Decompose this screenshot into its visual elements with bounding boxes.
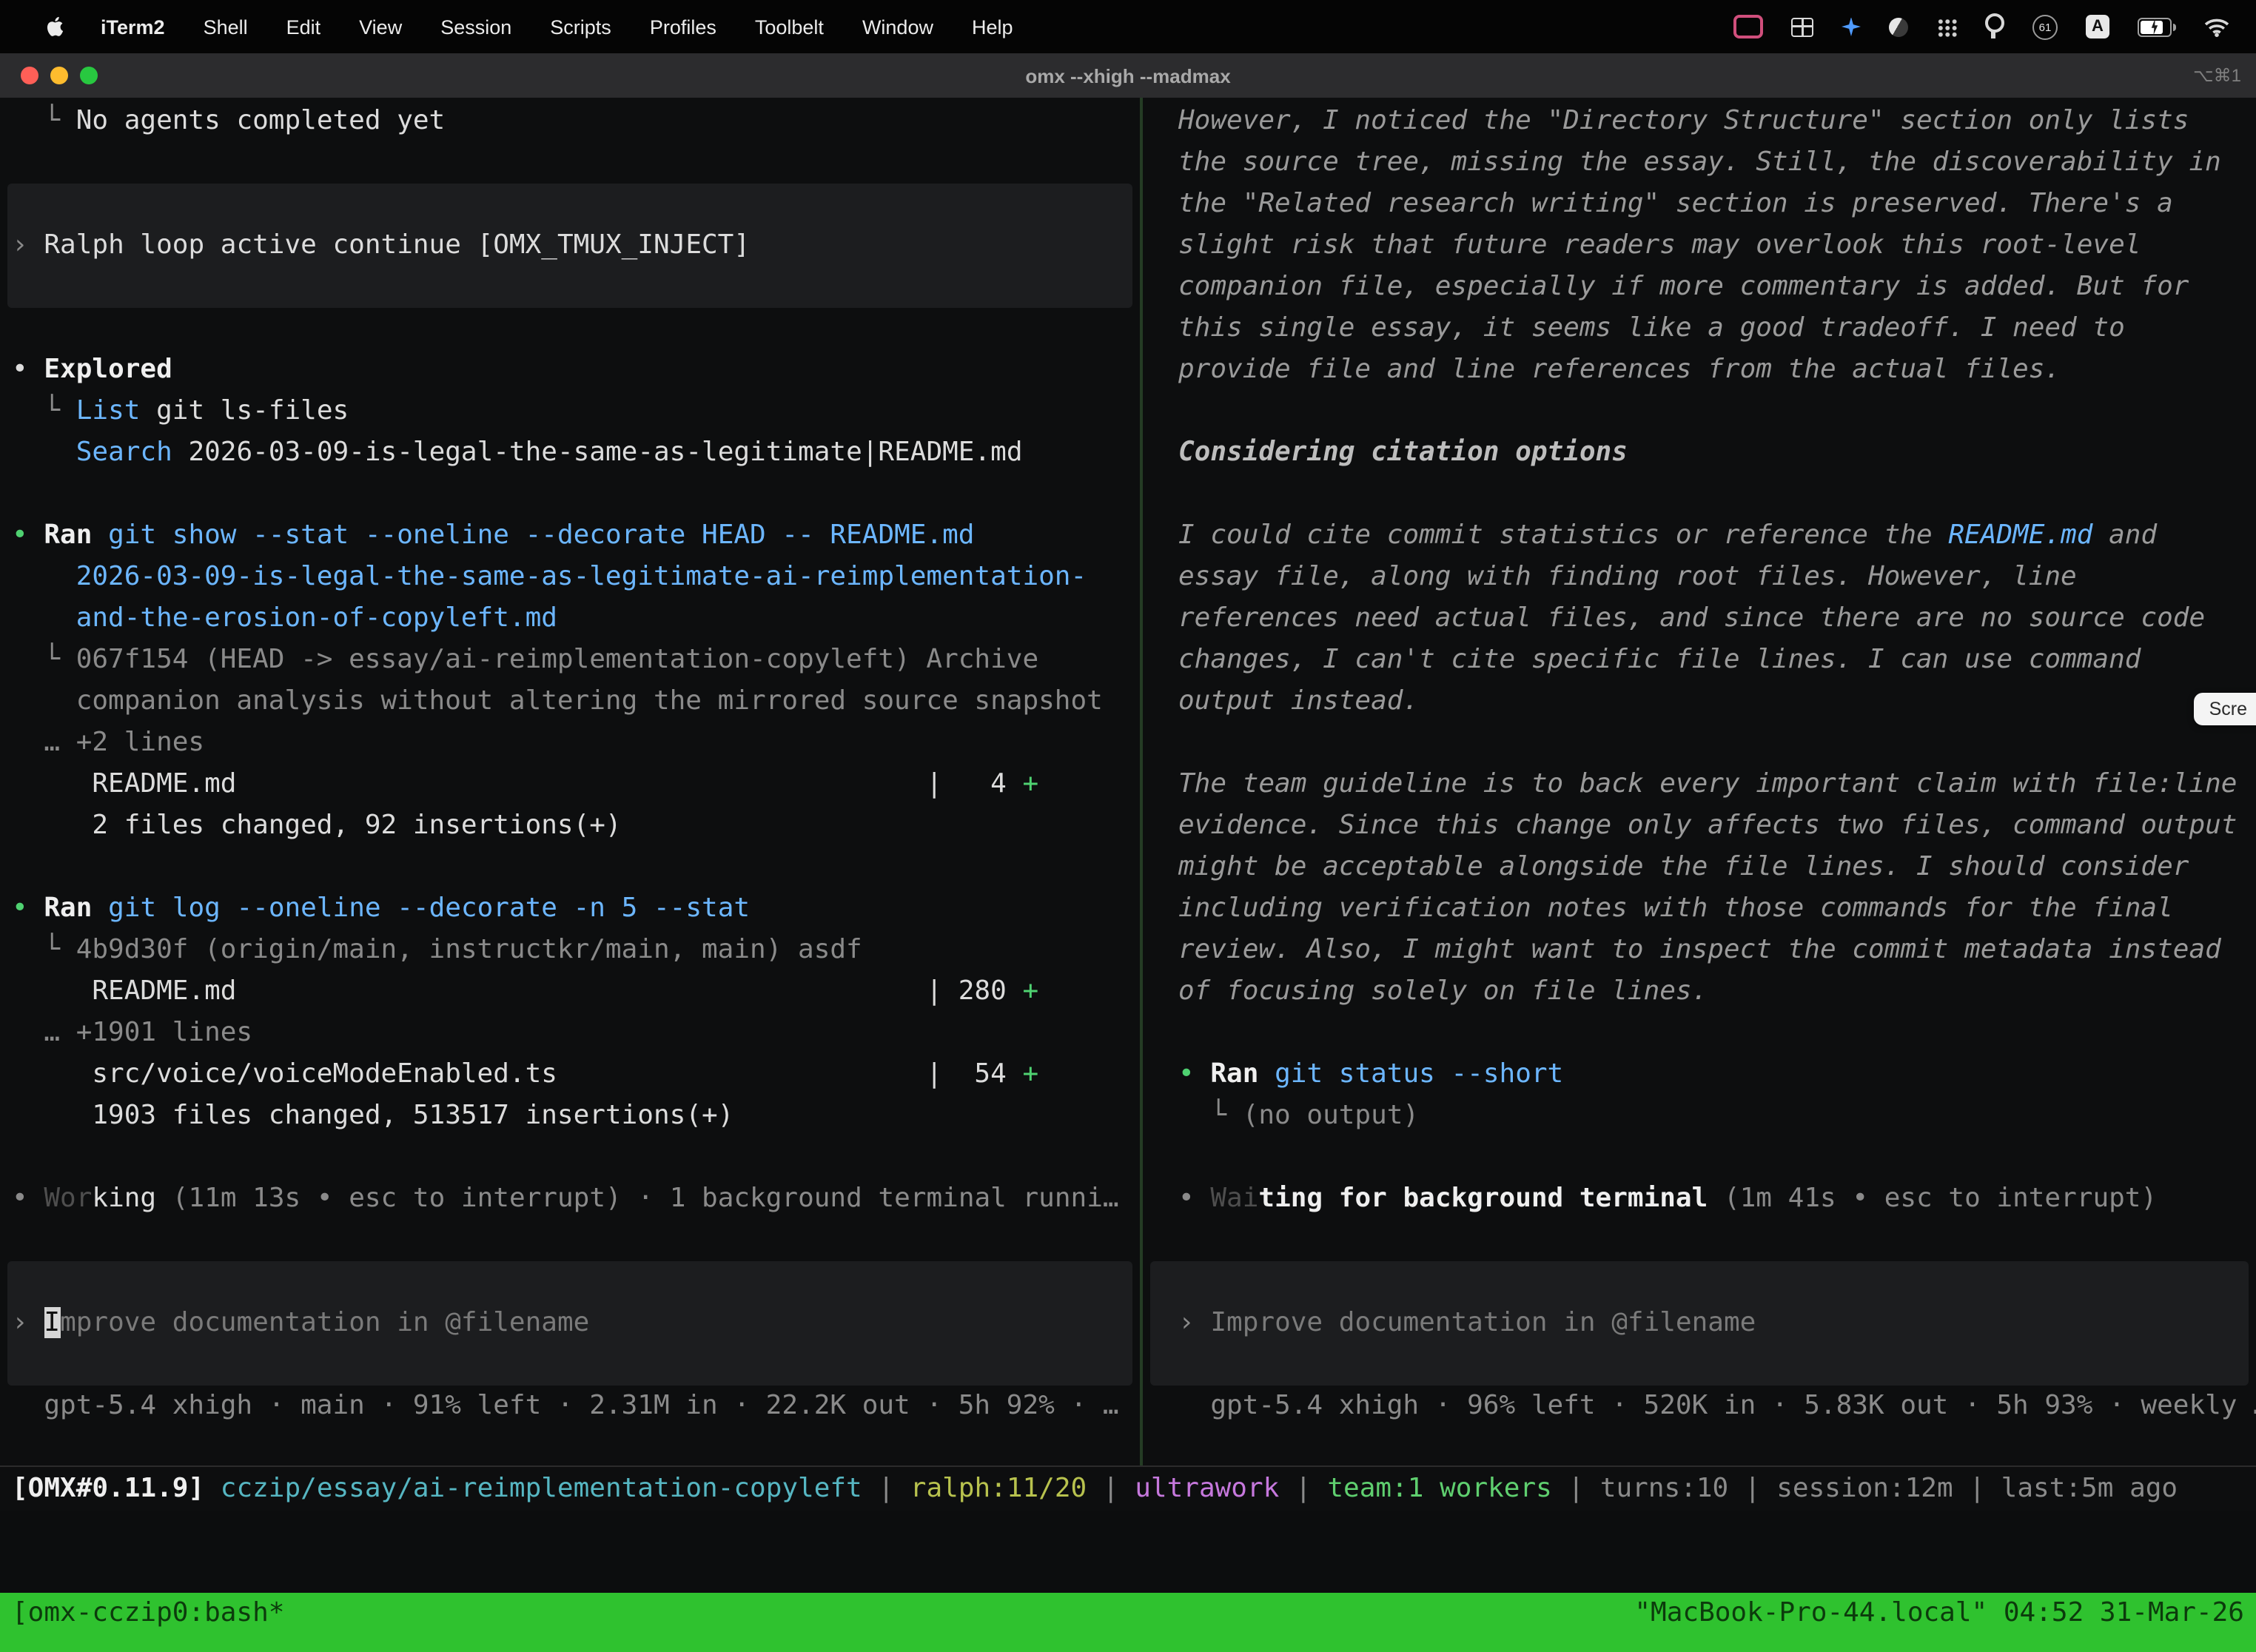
no-agents-line: └ No agents completed yet	[12, 101, 445, 142]
diffstat-line: src/voice/voiceModeEnabled.ts | 54 +	[12, 1054, 1038, 1095]
more-lines-line: … +1901 lines	[12, 1013, 252, 1054]
diffstat-line: README.md | 280 +	[12, 971, 1038, 1013]
window-shortcut-badge: ⌥⌘1	[2193, 65, 2241, 86]
gauge-menu-extra-icon[interactable]: 61	[2032, 14, 2058, 39]
diffstat-summary-line: 1903 files changed, 513517 insertions(+)	[12, 1095, 733, 1137]
model-status-line: gpt-5.4 xhigh · main · 91% left · 2.31M …	[12, 1386, 1119, 1427]
key-menu-extra-icon[interactable]	[1985, 13, 2004, 33]
grid-menu-extra-icon[interactable]	[1791, 17, 1813, 36]
minimize-button[interactable]	[50, 67, 68, 84]
thinking-line: slight risk that future readers may over…	[1178, 225, 2141, 266]
command-arg-line: 2026-03-09-is-legal-the-same-as-legitima…	[12, 557, 1087, 598]
window-title-bar: omx --xhigh --madmax ⌥⌘1	[0, 53, 2256, 99]
spark-menu-extra-icon[interactable]	[1842, 17, 1861, 36]
menu-bar: iTerm2 ShellEditViewSessionScriptsProfil…	[0, 0, 2256, 53]
prompt-line: › Improve documentation in @filename	[12, 1303, 589, 1344]
terminal: └ No agents completed yet › Ralph loop ac…	[0, 98, 2256, 1465]
close-button[interactable]	[21, 67, 38, 84]
screen-tooltip: Scre	[2195, 693, 2256, 725]
diffstat-line: README.md | 4 +	[12, 764, 1038, 805]
menu-item-edit[interactable]: Edit	[267, 16, 340, 38]
terminal-pane-right[interactable]: However, I noticed the "Directory Struct…	[1143, 98, 2256, 1465]
commit-line: companion analysis without altering the …	[12, 681, 1103, 722]
thinking-line: The team guideline is to back every impo…	[1178, 764, 2237, 805]
thinking-line: changes, I can't cite specific file line…	[1178, 639, 2141, 681]
tmux-status-bar: [omx-cczip0:bash* "MacBook-Pro-44.local"…	[0, 1593, 2256, 1652]
menu-bar-left: iTerm2 ShellEditViewSessionScriptsProfil…	[0, 15, 1033, 38]
thinking-line: the source tree, missing the essay. Stil…	[1178, 142, 2221, 184]
tmux-session-label: [omx-cczip0:bash*	[12, 1593, 284, 1652]
thinking-line: evidence. Since this change only affects…	[1178, 805, 2237, 847]
explored-header: • Explored	[12, 349, 172, 391]
commit-line: └ 4b9d30f (origin/main, instructkr/main,…	[12, 930, 862, 971]
menu-item-view[interactable]: View	[340, 16, 421, 38]
working-status-line: • Working (11m 13s • esc to interrupt) ·…	[12, 1178, 1119, 1220]
traffic-lights	[21, 53, 98, 98]
terminal-pane-left[interactable]: └ No agents completed yet › Ralph loop ac…	[0, 98, 1140, 1465]
thinking-line: including verification notes with those …	[1178, 888, 2173, 930]
tool-search-line: Search 2026-03-09-is-legal-the-same-as-l…	[12, 432, 1023, 474]
screen-recording-indicator-icon[interactable]	[1733, 15, 1763, 38]
window-title: omx --xhigh --madmax	[1025, 64, 1230, 87]
menu-item-profiles[interactable]: Profiles	[631, 16, 736, 38]
thinking-line: might be acceptable alongside the file l…	[1178, 847, 2189, 888]
screen: iTerm2 ShellEditViewSessionScriptsProfil…	[0, 0, 2256, 1652]
thinking-line: references need actual files, and since …	[1178, 598, 2205, 639]
thinking-line: companion file, especially if more comme…	[1178, 266, 2189, 308]
ralph-loop-banner-line: › Ralph loop active continue [OMX_TMUX_I…	[12, 225, 750, 266]
menu-item-scripts[interactable]: Scripts	[531, 16, 631, 38]
thinking-line: of focusing solely on file lines.	[1178, 971, 1708, 1013]
tool-list-line: └ List git ls-files	[12, 391, 349, 432]
command-output-line: └ (no output)	[1178, 1095, 1419, 1137]
wifi-icon[interactable]	[2204, 17, 2229, 36]
thinking-line: However, I noticed the "Directory Struct…	[1178, 101, 2189, 142]
commit-line: └ 067f154 (HEAD -> essay/ai-reimplementa…	[12, 639, 1038, 681]
menu-item-help[interactable]: Help	[953, 16, 1033, 38]
menu-item-session[interactable]: Session	[421, 16, 531, 38]
circle-menu-extra-icon[interactable]	[1889, 17, 1908, 36]
diffstat-summary-line: 2 files changed, 92 insertions(+)	[12, 805, 622, 847]
thinking-line: this single essay, it seems like a good …	[1178, 308, 2125, 349]
menu-item-window[interactable]: Window	[843, 16, 953, 38]
dots-grid-menu-extra-icon[interactable]	[1936, 17, 1957, 36]
input-source-icon[interactable]: A	[2086, 15, 2109, 38]
apple-menu-icon[interactable]	[27, 15, 81, 38]
zoom-button[interactable]	[80, 67, 98, 84]
thinking-line: essay file, along with finding root file…	[1178, 557, 2077, 598]
thinking-line: review. Also, I might want to inspect th…	[1178, 930, 2221, 971]
omx-status-bar: [OMX#0.11.9] cczip/essay/ai-reimplementa…	[0, 1465, 2256, 1511]
menu-item-toolbelt[interactable]: Toolbelt	[736, 16, 843, 38]
waiting-status-line: • Waiting for background terminal (1m 41…	[1178, 1178, 2157, 1220]
menu-items: ShellEditViewSessionScriptsProfilesToolb…	[184, 16, 1033, 38]
thinking-line: I could cite commit statistics or refere…	[1178, 515, 2157, 557]
ran-git-show-line: • Ran git show --stat --oneline --decora…	[12, 515, 975, 557]
model-status-line: gpt-5.4 xhigh · 96% left · 520K in · 5.8…	[1178, 1386, 2256, 1427]
menu-app-name[interactable]: iTerm2	[81, 16, 184, 38]
command-arg-line: and-the-erosion-of-copyleft.md	[12, 598, 557, 639]
menu-bar-status-icons: 61 A	[1733, 13, 2256, 40]
ran-git-log-line: • Ran git log --oneline --decorate -n 5 …	[12, 888, 750, 930]
thinking-header: Considering citation options	[1178, 432, 1628, 474]
battery-icon[interactable]	[2138, 17, 2176, 36]
prompt-line: › Improve documentation in @filename	[1178, 1303, 1756, 1344]
menu-item-shell[interactable]: Shell	[184, 16, 267, 38]
tmux-host-time-label: "MacBook-Pro-44.local" 04:52 31-Mar-26	[1634, 1593, 2244, 1652]
thinking-line: output instead.	[1178, 681, 1419, 722]
thinking-line: provide file and line references from th…	[1178, 349, 2061, 391]
thinking-line: the "Related research writing" section i…	[1178, 184, 2173, 225]
more-lines-line: … +2 lines	[12, 722, 204, 764]
ran-git-status-line: • Ran git status --short	[1178, 1054, 1563, 1095]
